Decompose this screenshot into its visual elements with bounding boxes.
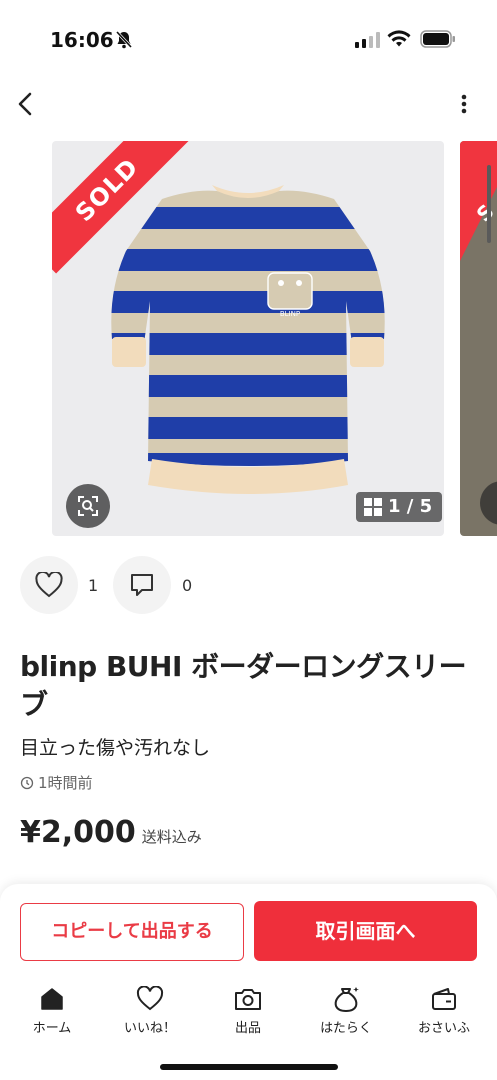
comment-button[interactable] (113, 556, 171, 614)
tab-sell[interactable]: 出品 (208, 985, 288, 1036)
home-icon (41, 988, 63, 1010)
posted-time-text: 1時間前 (38, 774, 93, 792)
zoom-button-next (480, 481, 497, 525)
bag-icon (334, 987, 359, 1013)
image-search-button[interactable] (66, 484, 110, 528)
scan-icon (78, 496, 98, 516)
posted-time: 1時間前 (20, 772, 93, 793)
camera-icon (235, 989, 261, 1010)
home-indicator (160, 1064, 338, 1070)
tab-wallet[interactable]: おさいふ (404, 985, 484, 1036)
scroll-indicator (487, 165, 491, 243)
status-bar: 16:06 (0, 0, 497, 80)
signal-icon (355, 32, 380, 48)
tab-likes[interactable]: いいね！ (110, 985, 190, 1036)
shipping-note: 送料込み (141, 828, 202, 846)
grid-icon (364, 498, 382, 516)
like-count: 1 (88, 576, 99, 595)
svg-text:BLINP: BLINP (280, 310, 300, 318)
item-title: blinp BUHI ボーダーロングスリーブ (20, 650, 467, 721)
clock-icon (20, 776, 34, 789)
mute-bell-icon (115, 30, 133, 49)
copy-listing-button[interactable]: コピーして出品する (20, 903, 244, 961)
price-row: ¥2,000 送料込み (20, 815, 202, 850)
comment-icon (131, 574, 153, 596)
heart-icon (136, 986, 164, 1011)
tab-home-label: ホーム (32, 1021, 72, 1036)
next-product-photo[interactable]: S (460, 141, 497, 536)
like-button[interactable] (20, 556, 78, 614)
more-options-button[interactable] (452, 92, 476, 116)
product-photo[interactable]: BLINP SOLD (52, 141, 444, 536)
heart-icon (35, 572, 63, 598)
item-condition: 目立った傷や汚れなし (20, 737, 211, 759)
tab-work-label: はたらく (320, 1021, 372, 1036)
wallet-icon (432, 988, 456, 1010)
tab-work[interactable]: はたらく (306, 985, 386, 1036)
tab-likes-label: いいね！ (123, 1021, 176, 1036)
tab-wallet-label: おさいふ (417, 1021, 470, 1036)
back-button[interactable] (12, 90, 40, 118)
wifi-icon (387, 30, 411, 47)
comment-count: 0 (182, 576, 193, 595)
tab-sell-label: 出品 (234, 1021, 261, 1036)
item-price: ¥2,000 (20, 815, 136, 850)
photo-counter-text: 1 / 5 (388, 496, 433, 517)
battery-icon (420, 30, 455, 48)
status-time: 16:06 (50, 28, 114, 52)
trade-screen-button[interactable]: 取引画面へ (254, 901, 477, 961)
photo-counter[interactable]: 1 / 5 (356, 492, 443, 522)
tab-home[interactable]: ホーム (12, 985, 92, 1036)
